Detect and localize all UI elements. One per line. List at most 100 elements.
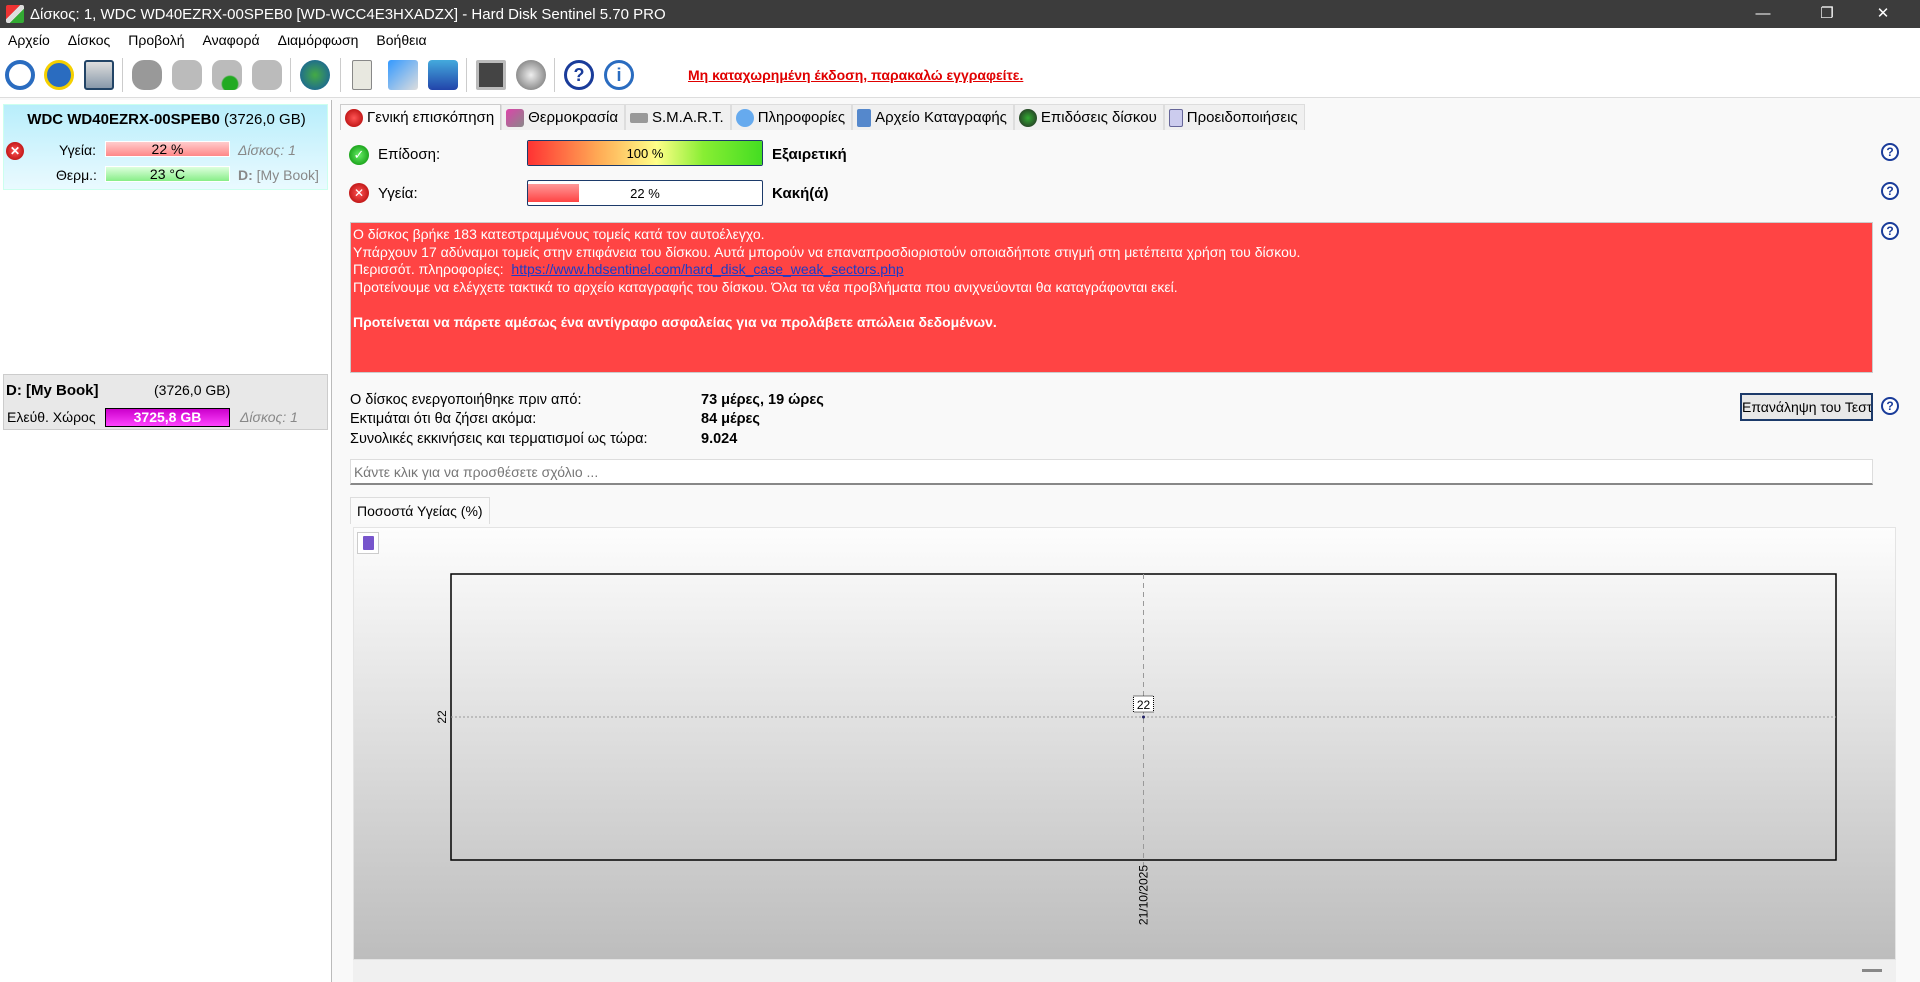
info-icon [735, 108, 754, 127]
menu-file[interactable]: Αρχείο [0, 32, 60, 48]
performance-gauge: 100 % [527, 140, 763, 166]
retest-button[interactable]: Επανάληψη του Τεστ [1740, 393, 1873, 421]
tab-label: Γενική επισκόπηση [367, 109, 495, 126]
tab-log[interactable]: Αρχείο Καταγραφής [852, 104, 1014, 130]
help-icon[interactable]: ? [1881, 143, 1899, 161]
disk-icon[interactable] [84, 60, 114, 90]
network-icon[interactable] [428, 60, 458, 90]
help-icon[interactable]: ? [1881, 182, 1899, 200]
tab-label: Πληροφορίες [757, 109, 846, 126]
disk-number: Δίσκος: 1 [238, 142, 296, 158]
error-icon [345, 108, 363, 127]
more-info-label: Περισσότ. πληροφορίες: [353, 261, 504, 277]
disk-card[interactable]: WDC WD40EZRX-00SPEB0 (3726,0 GB) ✕ Υγεία… [3, 104, 328, 190]
gauge-icon [1018, 108, 1037, 127]
temp-bar: 23 °C [105, 166, 230, 182]
globe-disk-icon[interactable] [300, 60, 330, 90]
remaining-life-value: 84 μέρες [701, 411, 760, 427]
copy-icon [1168, 108, 1183, 127]
health-chart: 22 21/10/2025 22 [353, 527, 1896, 960]
health-label: Υγεία: [378, 185, 418, 202]
tab-performance[interactable]: Επιδόσεις δίσκου [1013, 104, 1164, 130]
speaker-icon[interactable] [516, 60, 546, 90]
comment-input[interactable]: Κάντε κλικ για να προσθέσετε σχόλιο ... [350, 459, 1873, 485]
partition-card[interactable]: D: [My Book] (3726,0 GB) Ελεύθ. Χώρος 37… [3, 374, 328, 430]
alert-box: Ο δίσκος βρήκε 183 κατεστραμμένους τομεί… [350, 222, 1873, 373]
disk-search-icon[interactable] [252, 60, 282, 90]
report-icon[interactable] [352, 60, 372, 90]
tab-bar: Γενική επισκόπηση Θερμοκρασία S.M.A.R.T.… [340, 104, 1305, 130]
menu-bar: Αρχείο Δίσκος Προβολή Αναφορά Διαμόρφωση… [0, 28, 1920, 52]
disk-test-icon[interactable] [172, 60, 202, 90]
menu-help[interactable]: Βοήθεια [368, 32, 436, 48]
health-value: 22 % [630, 186, 660, 201]
title-bar: Δίσκος: 1, WDC WD40EZRX-00SPEB0 [WD-WCC4… [0, 0, 1920, 28]
registration-link[interactable]: Μη καταχωρημένη έκδοση, παρακαλώ εγγραφε… [688, 67, 1023, 83]
health-label: Υγεία: [59, 142, 97, 158]
alert-line: Υπάρχουν 17 αδύναμοι τομείς στην επιφάνε… [353, 243, 1301, 260]
partition-name: D: [My Book] [6, 382, 99, 399]
tab-label: Αρχείο Καταγραφής [875, 109, 1007, 126]
alert-refresh-icon[interactable] [44, 60, 74, 90]
remaining-life-label: Εκτιμάται ότι θα ζήσει ακόμα: [350, 411, 537, 427]
data-point [1142, 715, 1145, 719]
health-gauge: 22 % [527, 180, 763, 206]
start-stop-label: Συνολικές εκκινήσεις και τερματισμοί ως … [350, 431, 648, 447]
tab-smart[interactable]: S.M.A.R.T. [625, 104, 731, 130]
data-label: 22 [1137, 698, 1151, 712]
info-icon[interactable]: i [604, 60, 634, 90]
x-tick-label: 21/10/2025 [1137, 865, 1151, 925]
more-info-link[interactable]: https://www.hdsentinel.com/hard_disk_cas… [511, 261, 903, 277]
drive-letter: D: [238, 167, 253, 183]
thermometer-icon [506, 108, 525, 127]
tab-alerts[interactable]: Προειδοποιήσεις [1163, 104, 1305, 130]
menu-configuration[interactable]: Διαμόρφωση [270, 32, 369, 48]
alert-recommendation: Προτείνεται να πάρετε αμέσως ένα αντίγρα… [353, 313, 997, 330]
minimize-button[interactable]: — [1740, 0, 1786, 28]
tab-label: S.M.A.R.T. [652, 109, 724, 126]
menu-disk[interactable]: Δίσκος [60, 32, 120, 48]
help-icon[interactable]: ? [1881, 397, 1899, 415]
window-title: Δίσκος: 1, WDC WD40EZRX-00SPEB0 [WD-WCC4… [30, 5, 666, 23]
power-on-label: Ο δίσκος ενεργοποιήθηκε πριν από: [350, 392, 582, 408]
power-on-value: 73 μέρες, 19 ώρες [701, 392, 824, 408]
help-icon[interactable]: ? [1881, 222, 1899, 240]
monitor-icon[interactable] [476, 60, 506, 90]
error-icon: ✕ [6, 142, 24, 160]
tab-information[interactable]: Πληροφορίες [730, 104, 853, 130]
performance-value: 100 % [626, 146, 664, 161]
free-space-bar: 3725,8 GB [105, 408, 230, 427]
alert-line: Προτείνουμε να ελέγχετε τακτικά το αρχεί… [353, 278, 1178, 295]
tab-overview[interactable]: Γενική επισκόπηση [340, 104, 502, 130]
free-space-label: Ελεύθ. Χώρος [7, 409, 96, 425]
help-icon[interactable]: ? [564, 60, 594, 90]
health-bar: 22 % [105, 141, 230, 157]
disk-check-icon[interactable] [212, 60, 242, 90]
chart-svg: 22 21/10/2025 22 [435, 573, 1837, 925]
tab-temperature[interactable]: Θερμοκρασία [501, 104, 625, 130]
refresh-icon[interactable] [5, 60, 35, 90]
sync-icon[interactable] [388, 60, 418, 90]
disk-list-panel [0, 100, 332, 982]
disk-gray-icon[interactable] [132, 60, 162, 90]
y-tick-label: 22 [435, 710, 449, 724]
disk-icon [630, 112, 648, 123]
maximize-button[interactable]: ❐ [1804, 0, 1850, 28]
menu-report[interactable]: Αναφορά [194, 32, 269, 48]
disk-name: WDC WD40EZRX-00SPEB0 [27, 111, 220, 128]
error-icon: ✕ [349, 183, 369, 203]
health-rating: Κακή(ά) [772, 185, 829, 202]
disk-size: (3726,0 GB) [224, 111, 306, 128]
status-area [353, 960, 1896, 982]
document-icon [857, 108, 872, 127]
tab-health-chart[interactable]: Ποσοστά Υγείας (%) [350, 497, 490, 524]
close-button[interactable]: ✕ [1860, 0, 1906, 28]
start-stop-value: 9.024 [701, 431, 738, 447]
tab-label: Προειδοποιήσεις [1186, 109, 1298, 126]
tab-label: Θερμοκρασία [528, 109, 618, 126]
app-icon [6, 5, 24, 23]
menu-view[interactable]: Προβολή [120, 32, 194, 48]
performance-label: Επίδοση: [378, 146, 441, 163]
tab-label: Επιδόσεις δίσκου [1040, 109, 1157, 126]
temp-label: Θερμ.: [56, 167, 97, 183]
